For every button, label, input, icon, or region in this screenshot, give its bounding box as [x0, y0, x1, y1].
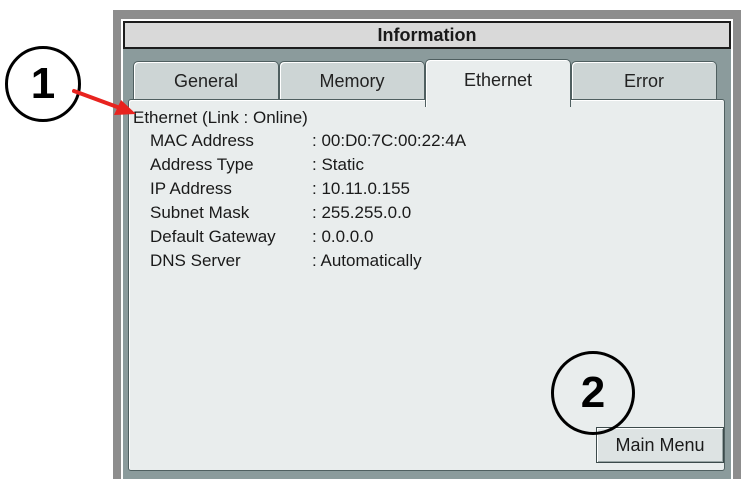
info-value: : Static [312, 155, 364, 174]
tab-ethernet-label: Ethernet [463, 70, 533, 90]
callout-2-number: 2 [580, 368, 606, 417]
info-label: DNS Server [150, 251, 241, 270]
info-value: : Automatically [312, 251, 422, 270]
window-title-bar: Information [123, 21, 731, 49]
window-title: Information [377, 24, 477, 45]
hmi-device-frame: Information General Memory Ethernet Erro… [113, 10, 741, 479]
info-label: Default Gateway [150, 227, 276, 246]
tab-error[interactable]: Error [571, 61, 717, 100]
tab-error-label: Error [624, 70, 664, 91]
callout-2: 2 [551, 351, 635, 435]
tab-memory[interactable]: Memory [279, 61, 425, 100]
info-label: Address Type [150, 155, 254, 174]
main-menu-label: Main Menu [615, 434, 705, 455]
tab-general-label: General [173, 70, 239, 91]
red-arrow-icon [72, 89, 136, 115]
info-label: IP Address [150, 179, 232, 198]
main-menu-button[interactable]: Main Menu [596, 427, 724, 463]
callout-1-number: 1 [30, 59, 56, 108]
info-label: MAC Address [150, 131, 254, 150]
ethernet-link-status: Ethernet (Link : Online) [133, 108, 308, 127]
tab-memory-label: Memory [319, 70, 385, 91]
info-value: : 0.0.0.0 [312, 227, 374, 246]
ethernet-info-panel: Ethernet (Link : Online) MAC Address : 0… [128, 99, 725, 471]
hmi-screen: Information General Memory Ethernet Erro… [121, 19, 733, 479]
tab-ethernet[interactable]: Ethernet [425, 59, 571, 107]
callout-1: 1 [5, 46, 81, 122]
info-label: Subnet Mask [150, 203, 250, 222]
info-value: : 255.255.0.0 [312, 203, 412, 222]
info-value: : 00:D0:7C:00:22:4A [312, 131, 467, 150]
tab-general[interactable]: General [133, 61, 279, 100]
info-value: : 10.11.0.155 [312, 179, 410, 198]
